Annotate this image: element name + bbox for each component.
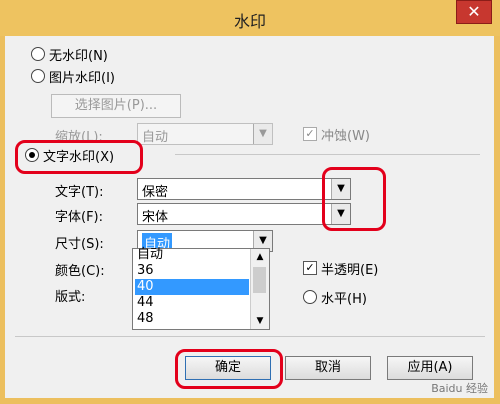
font-combo[interactable]: 宋体 ▼ bbox=[137, 203, 351, 225]
separator bbox=[15, 336, 485, 337]
size-label: 尺寸(S): bbox=[55, 237, 104, 252]
dialog-frame: 水印 ✕ 无水印(N) 图片水印(I) 选择图片(P)... 缩放(L): 自动… bbox=[0, 0, 500, 404]
color-label: 颜色(C): bbox=[55, 264, 105, 279]
washout-label[interactable]: 冲蚀(W) bbox=[321, 125, 370, 144]
scale-dropdown[interactable]: 自动 ▼ bbox=[137, 123, 273, 145]
list-item[interactable]: 自动 bbox=[135, 247, 249, 263]
close-icon: ✕ bbox=[467, 2, 481, 21]
semi-transparent-label[interactable]: 半透明(E) bbox=[321, 259, 378, 278]
layout-label: 版式: bbox=[55, 290, 86, 305]
list-item[interactable]: 36 bbox=[135, 263, 249, 279]
list-item[interactable]: 40 bbox=[135, 279, 249, 295]
picture-watermark-radio[interactable] bbox=[31, 69, 45, 83]
scroll-down-icon[interactable]: ▼ bbox=[251, 313, 269, 329]
list-item[interactable]: 44 bbox=[135, 295, 249, 311]
list-item[interactable]: 48 bbox=[135, 311, 249, 327]
close-button[interactable]: ✕ bbox=[456, 0, 492, 24]
scale-value: 自动 bbox=[142, 130, 169, 145]
scroll-up-icon[interactable]: ▲ bbox=[251, 249, 269, 265]
dialog-title: 水印 bbox=[233, 12, 266, 31]
semi-transparent-checkbox[interactable]: ✓ bbox=[303, 261, 317, 275]
cancel-button[interactable]: 取消 bbox=[285, 356, 371, 380]
dialog-body: 无水印(N) 图片水印(I) 选择图片(P)... 缩放(L): 自动 ▼ ✓ … bbox=[5, 36, 494, 398]
text-watermark-radio[interactable] bbox=[25, 148, 39, 162]
text-watermark-label[interactable]: 文字水印(X) bbox=[43, 146, 114, 165]
site-watermark: Baidu 经验 bbox=[431, 382, 488, 395]
chevron-down-icon: ▼ bbox=[253, 124, 272, 144]
washout-checkbox[interactable]: ✓ bbox=[303, 127, 317, 141]
scroll-thumb[interactable] bbox=[253, 267, 266, 293]
font-value: 宋体 bbox=[142, 210, 169, 225]
no-watermark-radio[interactable] bbox=[31, 47, 45, 61]
picture-watermark-label[interactable]: 图片水印(I) bbox=[49, 67, 115, 86]
text-combo[interactable]: 保密 ▼ bbox=[137, 178, 351, 200]
horizontal-radio[interactable] bbox=[303, 290, 317, 304]
select-picture-button[interactable]: 选择图片(P)... bbox=[51, 94, 181, 118]
text-label: 文字(T): bbox=[55, 185, 104, 200]
list-scrollbar[interactable]: ▲ ▼ bbox=[250, 249, 269, 329]
ok-button[interactable]: 确定 bbox=[185, 356, 271, 380]
text-value: 保密 bbox=[142, 185, 169, 200]
apply-button[interactable]: 应用(A) bbox=[387, 356, 473, 380]
no-watermark-label[interactable]: 无水印(N) bbox=[49, 45, 108, 64]
highlight-dropdown-arrows bbox=[322, 167, 386, 231]
size-dropdown-list[interactable]: ▲ ▼ 自动 36 40 44 48 bbox=[132, 247, 270, 330]
horizontal-label[interactable]: 水平(H) bbox=[321, 288, 367, 307]
title-bar[interactable]: 水印 ✕ bbox=[0, 0, 500, 36]
font-label: 字体(F): bbox=[55, 210, 104, 225]
separator bbox=[175, 154, 480, 155]
